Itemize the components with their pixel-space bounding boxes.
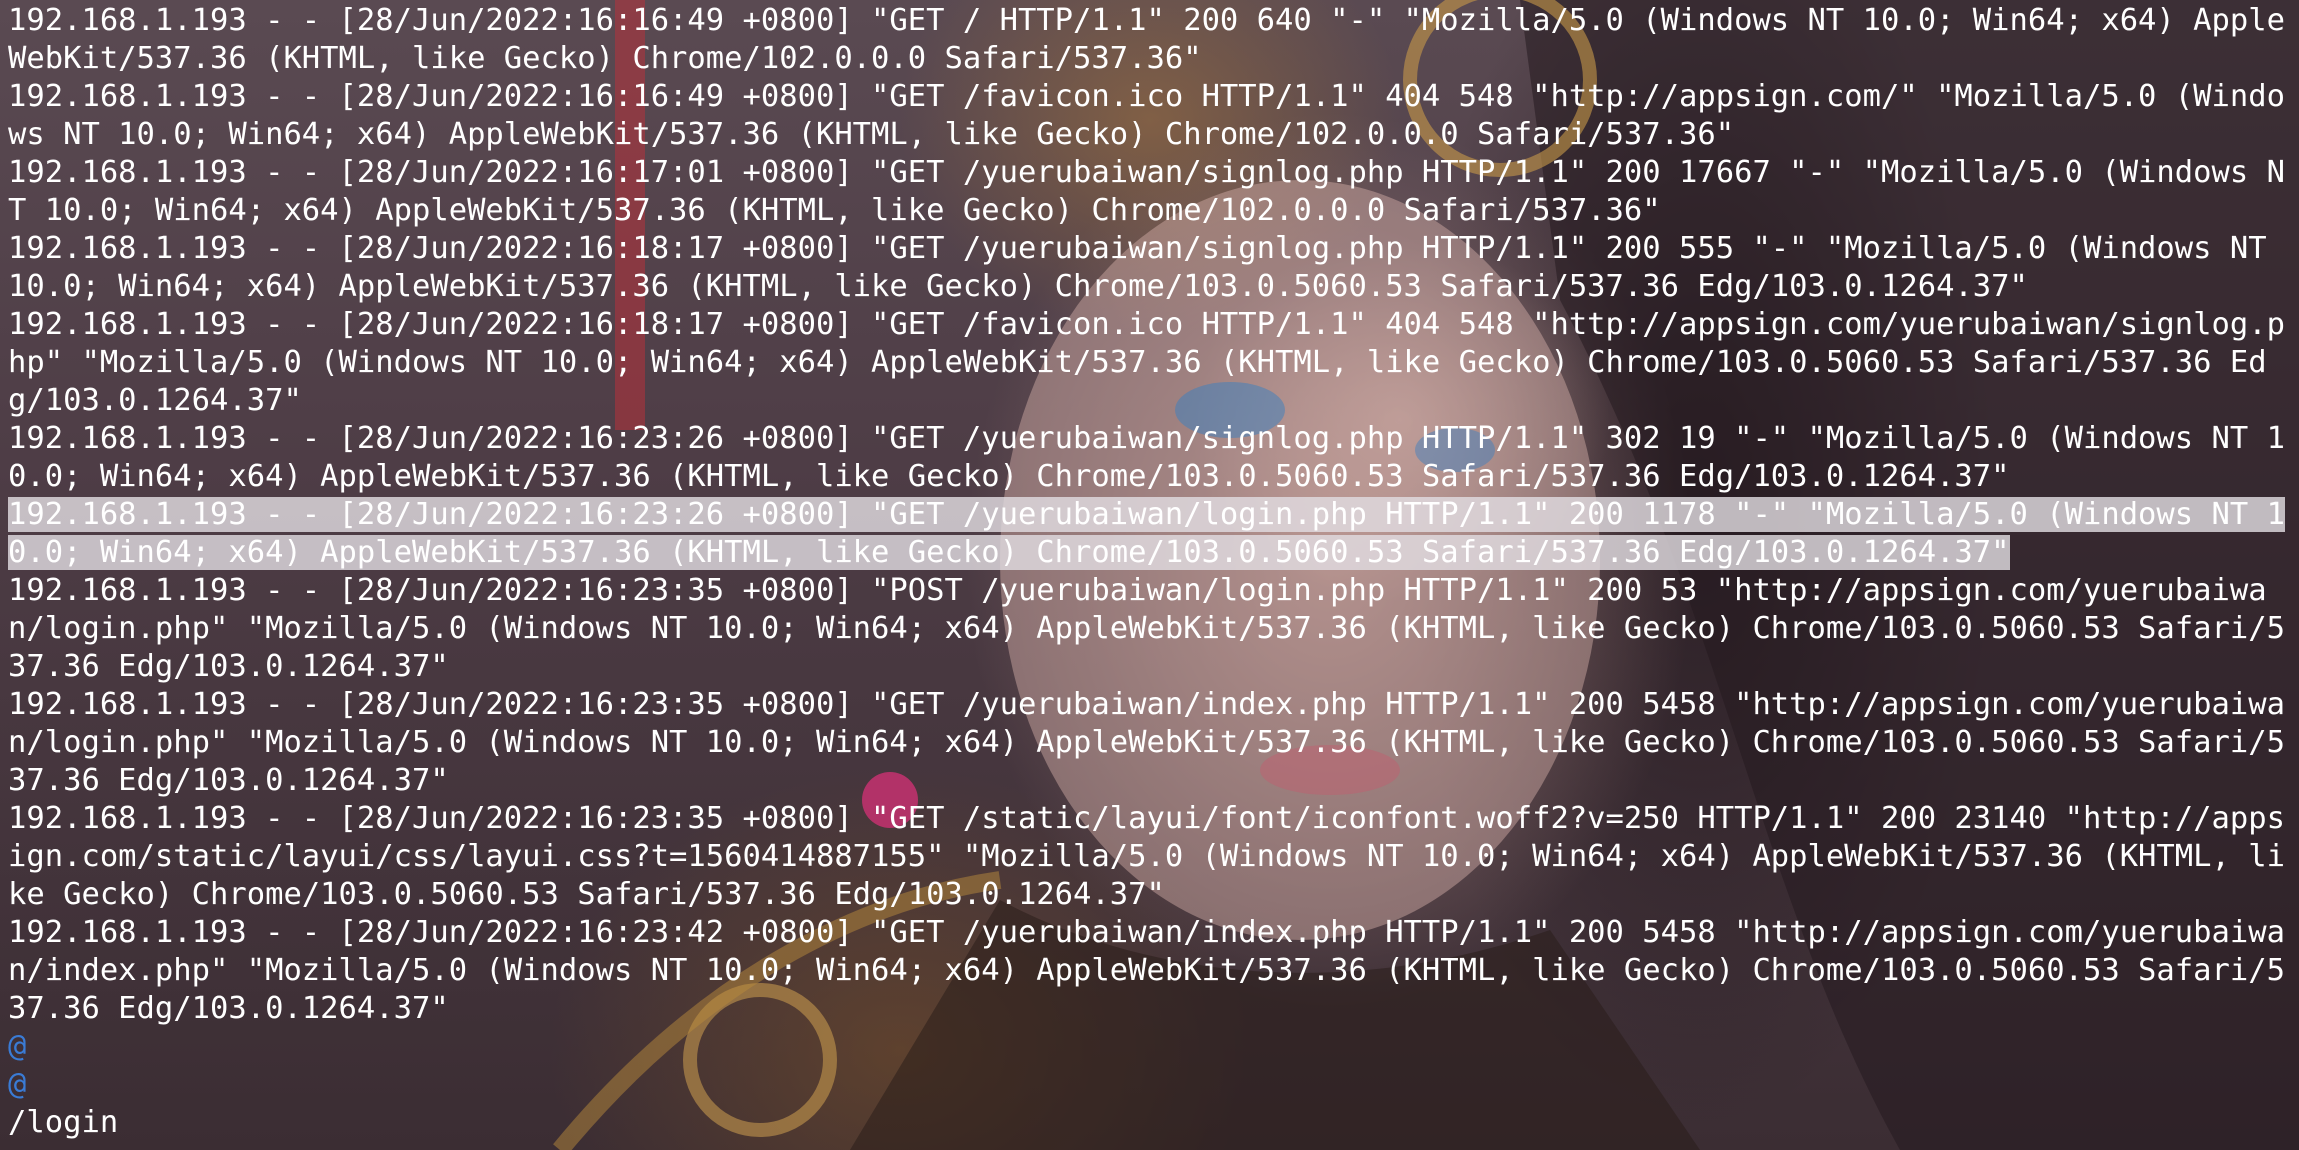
log-output[interactable]: 192.168.1.193 - - [28/Jun/2022:16:16:49 … [8,2,2291,1142]
log-line: 192.168.1.193 - - [28/Jun/2022:16:23:35 … [8,801,2285,912]
log-line: 192.168.1.193 - - [28/Jun/2022:16:18:17 … [8,307,2285,418]
empty-line-marker: @ [8,1029,27,1064]
log-line: 192.168.1.193 - - [28/Jun/2022:16:23:26 … [8,421,2285,494]
terminal-window[interactable]: 192.168.1.193 - - [28/Jun/2022:16:16:49 … [0,0,2299,1150]
log-line: 192.168.1.193 - - [28/Jun/2022:16:23:35 … [8,687,2285,798]
empty-line-marker: @ [8,1067,27,1102]
search-command-input[interactable]: /login [8,1104,2291,1142]
log-line: 192.168.1.193 - - [28/Jun/2022:16:23:35 … [8,573,2285,684]
log-line: 192.168.1.193 - - [28/Jun/2022:16:16:49 … [8,3,2285,76]
log-line-search-match: 192.168.1.193 - - [28/Jun/2022:16:23:26 … [8,497,2285,570]
log-line: 192.168.1.193 - - [28/Jun/2022:16:17:01 … [8,155,2285,228]
log-line: 192.168.1.193 - - [28/Jun/2022:16:16:49 … [8,79,2285,152]
log-line: 192.168.1.193 - - [28/Jun/2022:16:23:42 … [8,915,2285,1026]
log-line: 192.168.1.193 - - [28/Jun/2022:16:18:17 … [8,231,2285,304]
